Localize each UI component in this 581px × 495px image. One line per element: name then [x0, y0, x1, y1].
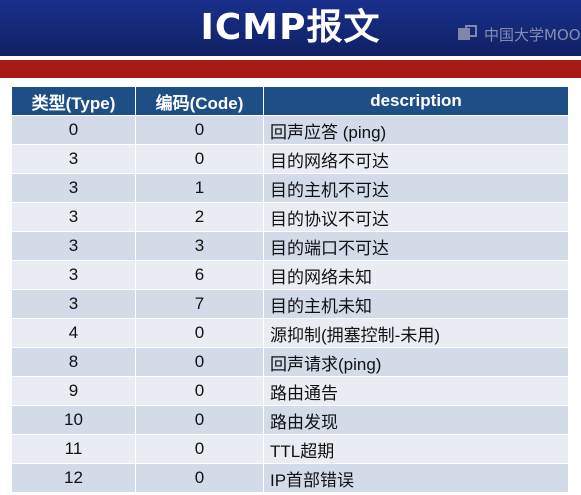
type-cell: 10 — [11, 405, 136, 435]
description-cell: 回声请求(ping) — [263, 347, 569, 377]
description-cell: 目的主机不可达 — [263, 173, 569, 203]
table-row: 3 6 目的网络未知 — [11, 260, 569, 290]
code-cell: 0 — [135, 347, 264, 377]
type-cell: 3 — [11, 202, 136, 232]
table-row: 3 0 目的网络不可达 — [11, 144, 569, 174]
description-cell: 目的主机未知 — [263, 289, 569, 319]
table-row: 10 0 路由发现 — [11, 405, 569, 435]
type-cell: 3 — [11, 173, 136, 203]
code-cell: 3 — [135, 231, 264, 261]
description-cell: IP首部错误 — [263, 463, 569, 493]
watermark-text: 中国大学MOOC — [484, 25, 581, 44]
description-cell: 目的端口不可达 — [263, 231, 569, 261]
header-code: 编码(Code) — [135, 86, 264, 116]
description-cell: 路由通告 — [263, 376, 569, 406]
table-row: 3 1 目的主机不可达 — [11, 173, 569, 203]
header-type: 类型(Type) — [11, 86, 136, 116]
header-description: description — [263, 86, 569, 116]
table-body: 0 0 回声应答 (ping) 3 0 目的网络不可达 3 1 目的主机不可达 3 2 目的协议不可达… — [11, 115, 569, 493]
code-cell: 0 — [135, 463, 264, 493]
description-cell: 目的网络不可达 — [263, 144, 569, 174]
code-cell: 0 — [135, 318, 264, 348]
code-cell: 0 — [135, 405, 264, 435]
mooc-logo-icon — [458, 25, 480, 43]
table-row: 4 0 源抑制(拥塞控制-未用) — [11, 318, 569, 348]
code-cell: 0 — [135, 144, 264, 174]
type-cell: 11 — [11, 434, 136, 464]
code-cell: 0 — [135, 115, 264, 145]
code-cell: 7 — [135, 289, 264, 319]
table-header-row: 类型(Type) 编码(Code) description — [11, 86, 569, 116]
table-row: 12 0 IP首部错误 — [11, 463, 569, 493]
description-cell: 目的网络未知 — [263, 260, 569, 290]
watermark: 中国大学MOOC — [458, 22, 581, 46]
code-cell: 6 — [135, 260, 264, 290]
code-cell: 0 — [135, 434, 264, 464]
icmp-table: 类型(Type) 编码(Code) description 0 0 回声应答 (pi… — [11, 86, 569, 493]
table-row: 0 0 回声应答 (ping) — [11, 115, 569, 145]
table-row: 9 0 路由通告 — [11, 376, 569, 406]
type-cell: 0 — [11, 115, 136, 145]
table-row: 11 0 TTL超期 — [11, 434, 569, 464]
type-cell: 3 — [11, 260, 136, 290]
table-row: 3 3 目的端口不可达 — [11, 231, 569, 261]
table-row: 3 2 目的协议不可达 — [11, 202, 569, 232]
type-cell: 3 — [11, 144, 136, 174]
description-cell: 回声应答 (ping) — [263, 115, 569, 145]
description-cell: TTL超期 — [263, 434, 569, 464]
code-cell: 0 — [135, 376, 264, 406]
type-cell: 9 — [11, 376, 136, 406]
type-cell: 8 — [11, 347, 136, 377]
type-cell: 4 — [11, 318, 136, 348]
type-cell: 3 — [11, 231, 136, 261]
table-row: 8 0 回声请求(ping) — [11, 347, 569, 377]
type-cell: 12 — [11, 463, 136, 493]
description-cell: 源抑制(拥塞控制-未用) — [263, 318, 569, 348]
type-cell: 3 — [11, 289, 136, 319]
code-cell: 1 — [135, 173, 264, 203]
description-cell: 目的协议不可达 — [263, 202, 569, 232]
description-cell: 路由发现 — [263, 405, 569, 435]
code-cell: 2 — [135, 202, 264, 232]
accent-band — [0, 60, 581, 78]
table-row: 3 7 目的主机未知 — [11, 289, 569, 319]
